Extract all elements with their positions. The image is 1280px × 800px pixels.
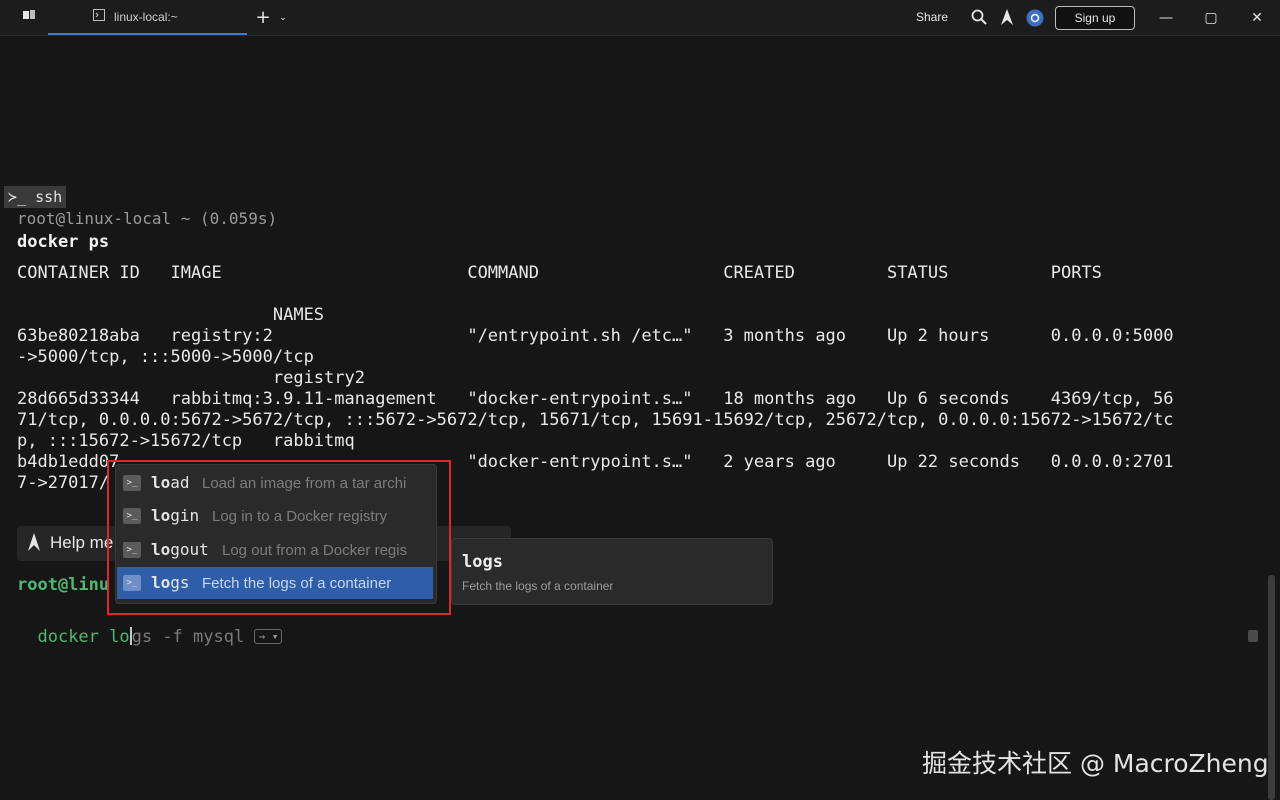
accept-suggestion-hint[interactable]: → ▾ [254, 629, 283, 644]
typed-command: docker lo [37, 627, 130, 647]
block-info-icon[interactable] [1248, 630, 1258, 642]
ssh-badge-label: ssh [35, 188, 63, 206]
help-bar-label: Help me [50, 533, 114, 552]
tab-label: linux-local:~ [114, 10, 178, 24]
new-tab-plus-icon[interactable]: + [254, 9, 272, 27]
sign-up-button[interactable]: Sign up [1055, 6, 1135, 30]
close-icon[interactable]: ✕ [1246, 7, 1268, 29]
watermark: 掘金技术社区 @ MacroZheng [922, 749, 1269, 778]
output-line: 71/tcp, 0.0.0.0:5672->5672/tcp, :::5672-… [17, 410, 1174, 430]
highlight-annotation-box [107, 460, 451, 615]
ssh-badge: ≻_ ssh [4, 186, 66, 208]
minimize-icon[interactable]: — [1155, 7, 1177, 29]
input-prompt: root@linu [17, 575, 110, 595]
search-icon[interactable] [970, 9, 988, 27]
share-button[interactable]: Share [916, 10, 948, 24]
block-prompt: root@linux-local ~ (0.059s) [17, 209, 278, 228]
output-line: 63be80218aba registry:2 "/entrypoint.sh … [17, 326, 1174, 346]
output-line: 28d665d33344 rabbitmq:3.9.11-management … [17, 389, 1174, 409]
output-line: NAMES [17, 305, 325, 325]
settings-icon[interactable] [1026, 9, 1044, 27]
output-line: registry2 [17, 368, 365, 388]
title-bar: linux-local:~ + ⌄ Share Sign up — ▢ ✕ [0, 0, 1280, 36]
maximize-icon[interactable]: ▢ [1200, 7, 1222, 29]
block-command: docker ps [17, 232, 110, 252]
detail-title: logs [462, 552, 503, 572]
output-line: p, :::15672->15672/tcp rabbitmq [17, 431, 355, 451]
scrollbar[interactable] [1268, 575, 1275, 800]
detail-description: Fetch the logs of a container [462, 579, 614, 593]
output-line: CONTAINER ID IMAGE COMMAND CREATED STATU… [17, 263, 1102, 283]
autocomplete-detail-panel: logs Fetch the logs of a container [451, 538, 773, 605]
output-line: 7->27017/ [17, 473, 110, 493]
terminal-prompt-icon: ≻_ [8, 188, 27, 206]
autosuggestion-text: gs -f mysql [131, 627, 245, 647]
tab-linux-local[interactable]: linux-local:~ [48, 0, 247, 35]
chevron-down-icon[interactable]: ⌄ [274, 9, 292, 27]
terminal-tab-icon [92, 9, 106, 27]
output-line: ->5000/tcp, :::5000->5000/tcp [17, 347, 314, 367]
warp-logo-icon[interactable] [998, 9, 1016, 27]
warp-menu-icon[interactable] [20, 9, 38, 27]
warp-ai-icon [27, 533, 41, 555]
